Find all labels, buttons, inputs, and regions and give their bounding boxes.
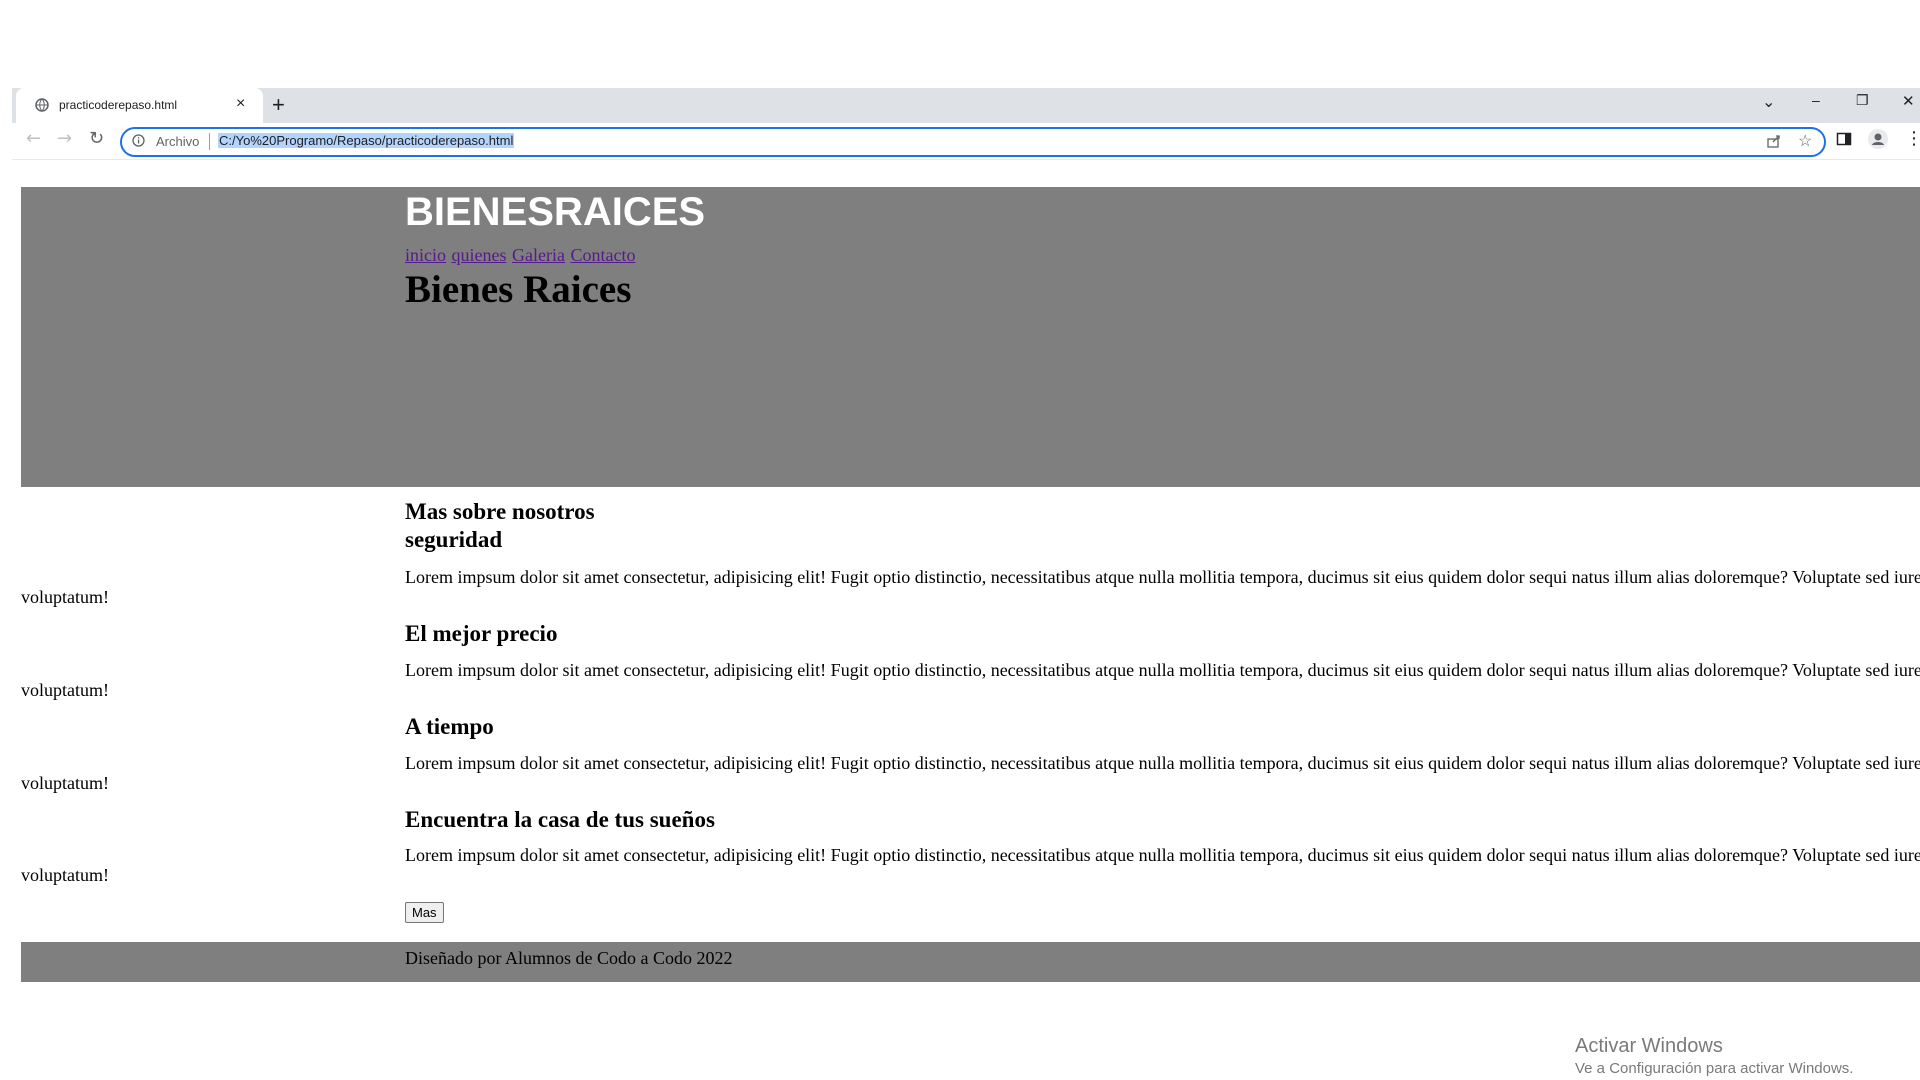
browser-menu-button[interactable]: ⋮: [1905, 128, 1920, 149]
section-text: Lorem impsum dolor sit amet consectetur,…: [21, 660, 1920, 740]
nav-link-inicio[interactable]: inicio: [405, 245, 446, 265]
hero-header: BIENESRAICES inicio quienes Galeria Cont…: [21, 187, 1920, 487]
section-title: Encuentra la casa de tus sueños: [405, 807, 715, 832]
site-footer: Diseñado por Alumnos de Codo a Codo 2022: [21, 942, 1920, 982]
section-text-line2: voluptatum!: [21, 773, 109, 793]
bookmark-star-icon[interactable]: ☆: [1798, 131, 1812, 151]
restore-button[interactable]: ❐: [1856, 92, 1869, 109]
section-text: Lorem impsum dolor sit amet consectetur,…: [21, 753, 1920, 833]
share-icon[interactable]: [1766, 133, 1782, 149]
section-text-line2: voluptatum!: [21, 680, 109, 700]
hero-title: Bienes Raices: [405, 268, 632, 311]
forward-button[interactable]: →: [57, 128, 72, 149]
address-bar[interactable]: Archivo C:/Yo%20Programo/Repaso/practico…: [120, 127, 1826, 157]
section-subtitle: seguridad: [405, 527, 503, 552]
nav-link-quienes[interactable]: quienes: [452, 245, 507, 265]
close-window-button[interactable]: ✕: [1902, 92, 1915, 110]
profile-avatar-icon[interactable]: [1868, 129, 1888, 149]
minimize-button[interactable]: –: [1812, 92, 1820, 108]
section-text: Lorem impsum dolor sit amet consectetur,…: [21, 567, 1920, 647]
side-panel-icon[interactable]: [1836, 131, 1852, 147]
omnibox-divider: [209, 133, 210, 150]
section-title: El mejor precio: [405, 621, 558, 646]
reload-button[interactable]: ↻: [89, 128, 104, 149]
section-text-line2: voluptatum!: [21, 587, 109, 607]
windows-activation-watermark: Activar Windows Ve a Configuración para …: [1575, 1035, 1853, 1077]
globe-icon: [35, 98, 49, 112]
section-title: Mas sobre nosotros: [405, 499, 595, 524]
tab-search-icon[interactable]: ⌄: [1762, 92, 1775, 112]
web-page: BIENESRAICES inicio quienes Galeria Cont…: [21, 187, 1920, 984]
browser-tab[interactable]: practicoderepaso.html ×: [16, 88, 263, 123]
nav-link-contacto[interactable]: Contacto: [570, 245, 635, 265]
site-nav: inicio quienes Galeria Contacto: [405, 245, 636, 266]
back-button[interactable]: ←: [26, 128, 41, 149]
info-icon[interactable]: [132, 134, 145, 147]
tab-title: practicoderepaso.html: [59, 98, 178, 112]
security-label: Archivo: [156, 134, 200, 149]
tab-strip: practicoderepaso.html ×: [12, 88, 1920, 123]
section-title: A tiempo: [405, 714, 494, 739]
url-text[interactable]: C:/Yo%20Programo/Repaso/practicoderepaso…: [218, 133, 515, 148]
section-text-line1: Lorem impsum dolor sit amet consectetur,…: [405, 567, 1920, 587]
activation-title: Activar Windows: [1575, 1035, 1723, 1057]
new-tab-button[interactable]: +: [272, 92, 285, 118]
section-text: Lorem impsum dolor sit amet consectetur,…: [21, 845, 1920, 925]
site-brand: BIENESRAICES: [405, 190, 706, 234]
nav-link-galeria[interactable]: Galeria: [512, 245, 565, 265]
footer-text: Diseñado por Alumnos de Codo a Codo 2022: [405, 948, 733, 968]
section-text-line2: voluptatum!: [21, 865, 109, 885]
mas-button[interactable]: Mas: [405, 902, 444, 923]
tab-close-icon[interactable]: ×: [236, 96, 245, 112]
section-text-line1: Lorem impsum dolor sit amet consectetur,…: [405, 845, 1920, 865]
section-text-line1: Lorem impsum dolor sit amet consectetur,…: [405, 753, 1920, 773]
section-text-line1: Lorem impsum dolor sit amet consectetur,…: [405, 660, 1920, 680]
activation-subtitle: Ve a Configuración para activar Windows.: [1575, 1060, 1854, 1077]
